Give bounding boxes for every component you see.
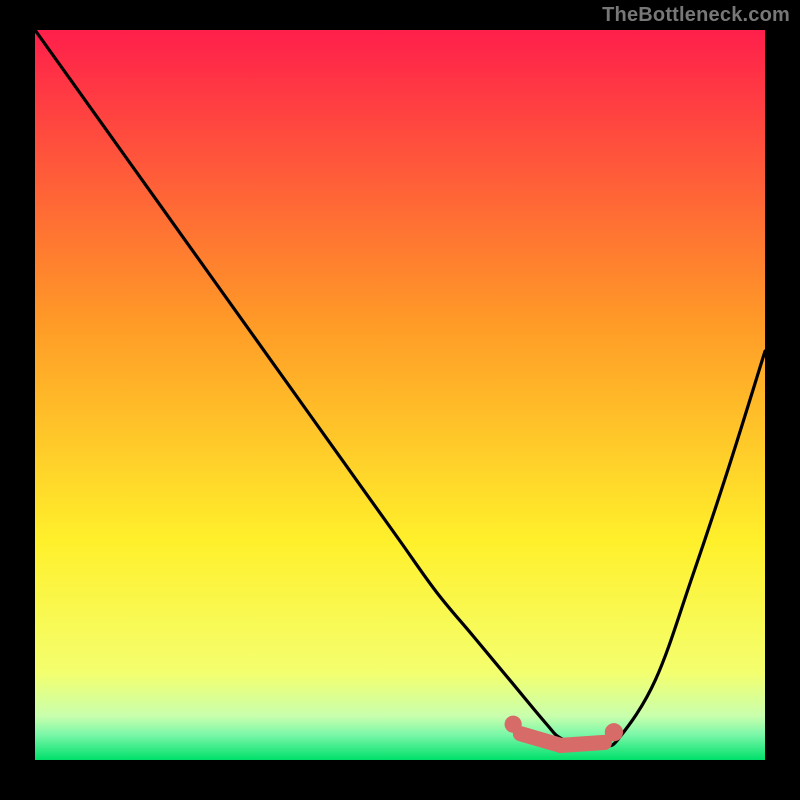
- bottleneck-chart: [0, 0, 800, 800]
- watermark-label: TheBottleneck.com: [602, 4, 790, 27]
- plot-background: [35, 30, 765, 760]
